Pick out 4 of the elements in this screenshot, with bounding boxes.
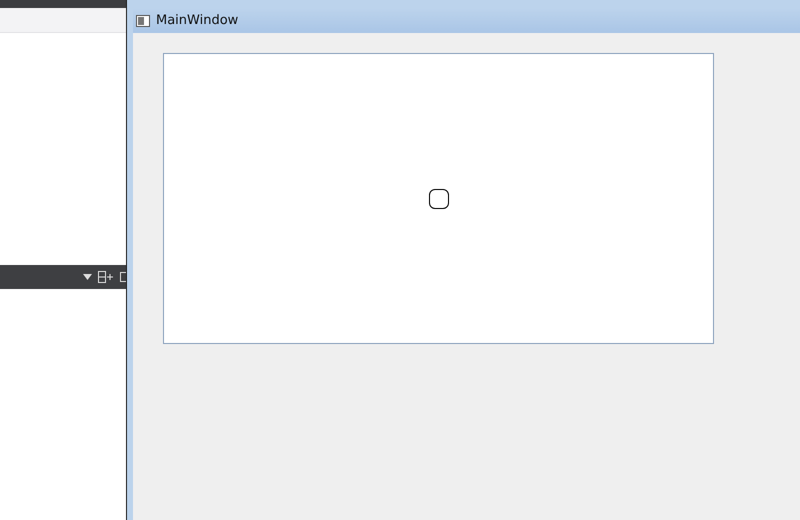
split-add-icon[interactable]: [98, 270, 114, 282]
window-title: MainWindow: [156, 13, 238, 28]
dropdown-icon[interactable]: [83, 274, 92, 280]
app-icon: [136, 14, 150, 26]
